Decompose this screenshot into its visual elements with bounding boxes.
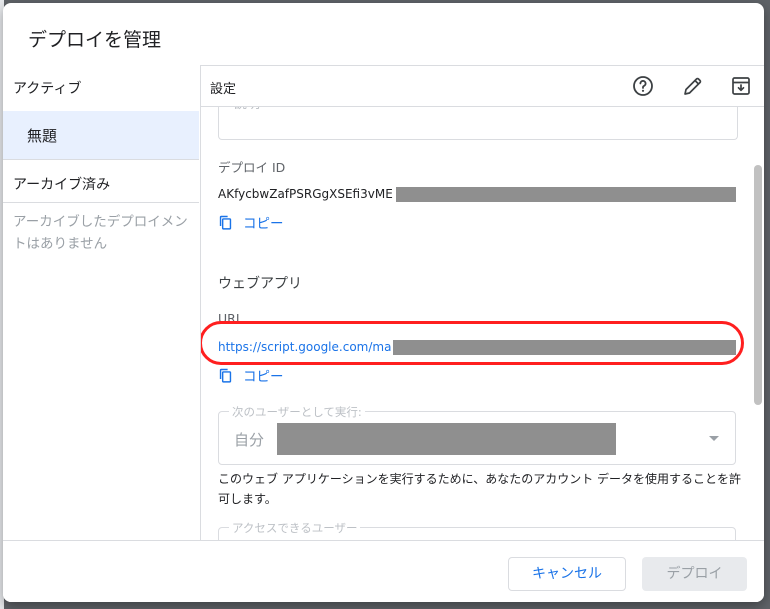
settings-toolbar: 設定 <box>201 65 764 106</box>
sidebar-item-label: 無題 <box>27 127 58 145</box>
access-select[interactable]: アクセスできるユーザー <box>218 520 736 540</box>
redaction-bar <box>277 423 616 455</box>
description-field[interactable]: 説明 <box>218 107 738 140</box>
dialog-footer: キャンセル デプロイ <box>3 540 764 602</box>
deploy-button[interactable]: デプロイ <box>642 557 747 591</box>
redaction-bar <box>393 340 736 355</box>
deployment-id-value: AKfycbwZafPSRGgXSEfi3vME <box>218 187 393 201</box>
sidebar-divider <box>3 202 199 203</box>
copy-icon <box>219 368 232 383</box>
access-label: アクセスできるユーザー <box>229 520 361 536</box>
copy-deployment-id-button[interactable]: コピー <box>217 212 284 232</box>
edit-pencil-icon[interactable] <box>681 74 705 98</box>
webapp-url-link[interactable]: https://script.google.com/ma <box>218 340 391 354</box>
authorization-notice: このウェブ アプリケーションを実行するために、あなたのアカウント データを使用す… <box>218 472 742 506</box>
archive-icon[interactable] <box>729 74 753 98</box>
settings-label: 設定 <box>210 82 237 97</box>
cancel-button[interactable]: キャンセル <box>508 557 626 591</box>
sidebar-divider <box>3 159 199 160</box>
execute-as-select[interactable]: 次のユーザーとして実行: 自分 <box>218 404 736 465</box>
execute-as-label: 次のユーザーとして実行: <box>229 404 365 420</box>
sidebar-item-untitled-deployment[interactable]: 無題 <box>3 111 199 159</box>
archived-heading: アーカイブ済み <box>13 177 111 193</box>
deployment-id-label: デプロイ ID <box>218 160 286 175</box>
copy-label: コピー <box>243 216 284 232</box>
help-icon[interactable] <box>631 74 655 98</box>
execute-as-value: 自分 <box>234 431 265 449</box>
deployment-settings-panel: 説明 デプロイ ID AKfycbwZafPSRGgXSEfi3vME コピー … <box>201 107 751 540</box>
copy-label: コピー <box>243 369 284 385</box>
copy-url-button[interactable]: コピー <box>217 365 284 385</box>
content-scrollbar[interactable] <box>752 107 764 540</box>
copy-icon <box>219 215 232 230</box>
chevron-down-icon <box>709 436 719 441</box>
redaction-bar <box>396 187 736 202</box>
scrollbar-thumb[interactable] <box>754 165 762 405</box>
manage-deployments-dialog: デプロイを管理 アクティブ 無題 アーカイブ済み アーカイブしたデプロイメントは… <box>3 3 764 602</box>
dialog-title: デプロイを管理 <box>28 29 162 51</box>
archived-empty-message: アーカイブしたデプロイメントはありません <box>13 214 188 252</box>
deployments-sidebar: アクティブ 無題 アーカイブ済み アーカイブしたデプロイメントはありません <box>3 65 201 540</box>
webapp-section-title: ウェブアプリ <box>218 276 302 292</box>
active-heading: アクティブ <box>13 81 82 97</box>
description-placeholder: 説明 <box>234 107 260 112</box>
